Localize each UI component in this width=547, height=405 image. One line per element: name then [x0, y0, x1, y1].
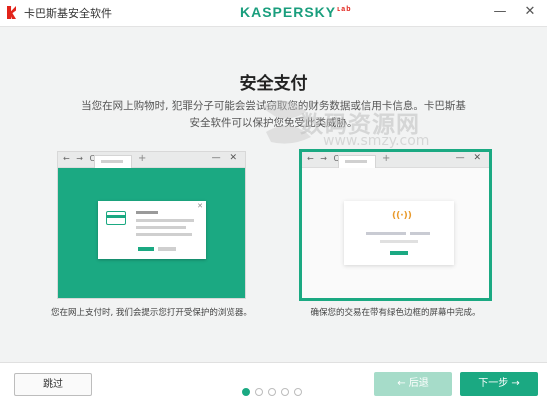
kaspersky-k-icon — [7, 6, 16, 19]
browser-content-green: ✕ — [58, 168, 245, 298]
page-dot-1[interactable] — [242, 388, 250, 396]
watermark-url: www.smzy.com — [323, 133, 430, 149]
credit-card-icon — [106, 211, 126, 225]
new-tab-icon: + — [382, 153, 391, 164]
page-dot-2[interactable] — [255, 388, 263, 396]
browser-toolbar: ← → C + — ✕ — [58, 152, 245, 168]
secure-screen-illustration: ← → C + — ✕ ((·)) — [299, 149, 492, 301]
browser-tab — [338, 155, 376, 168]
dialog-text-line — [136, 219, 194, 222]
page-dot-5[interactable] — [294, 388, 302, 396]
prompt-dialog: ✕ — [98, 201, 206, 259]
brand-name: KASPERSKY — [240, 4, 337, 20]
next-button[interactable]: 下一步 → — [460, 372, 538, 396]
dialog-cancel-button — [158, 247, 176, 251]
close-button[interactable]: ✕ — [521, 3, 539, 21]
right-caption: 确保您的交易在带有绿色边框的屏幕中完成。 — [310, 308, 481, 318]
browser-tab — [94, 155, 132, 168]
main-panel: 安全支付 当您在网上购物时, 犯罪分子可能会尝试窃取您的财务数据或信用卡信息。卡… — [0, 26, 547, 362]
dialog-text-line — [136, 233, 192, 236]
secure-connection-icon: ((·)) — [392, 211, 412, 221]
new-tab-icon: + — [138, 153, 147, 164]
browser-toolbar: ← → C + — ✕ — [302, 152, 489, 168]
brand-logo: KASPERSKYʟab — [240, 4, 351, 20]
app-title: 卡巴斯基安全软件 — [24, 7, 112, 20]
page-indicator — [242, 381, 307, 400]
dialog-accept-button — [138, 247, 154, 251]
brand-mark: ʟab — [337, 6, 352, 14]
left-caption: 您在网上支付时, 我们会提示您打开受保护的浏览器。 — [51, 308, 252, 318]
dialog-close-icon: ✕ — [197, 202, 203, 210]
minimize-button[interactable]: — — [491, 3, 509, 21]
window-controls-icon: — ✕ — [455, 153, 484, 163]
back-button[interactable]: ← 后退 — [374, 372, 452, 396]
card-number-line — [410, 232, 430, 235]
window-controls-icon: — ✕ — [211, 153, 240, 163]
footer: 跳过 ← 后退 下一步 → — [0, 362, 547, 405]
form-text-line — [380, 240, 418, 243]
payment-form: ((·)) — [344, 201, 454, 265]
page-dot-4[interactable] — [281, 388, 289, 396]
dialog-text-line — [136, 226, 186, 229]
card-number-line — [366, 232, 406, 235]
skip-button[interactable]: 跳过 — [14, 373, 92, 396]
protected-browser-illustration: ← → C + — ✕ ✕ — [57, 151, 246, 299]
browser-nav-icons: ← → C — [307, 154, 342, 163]
pay-button — [390, 251, 408, 255]
browser-content-secure: ((·)) — [302, 168, 489, 298]
dialog-text-line — [136, 211, 158, 214]
page-dot-3[interactable] — [268, 388, 276, 396]
browser-nav-icons: ← → C — [63, 154, 98, 163]
title-bar: 卡巴斯基安全软件 KASPERSKYʟab — ✕ — [0, 0, 547, 26]
